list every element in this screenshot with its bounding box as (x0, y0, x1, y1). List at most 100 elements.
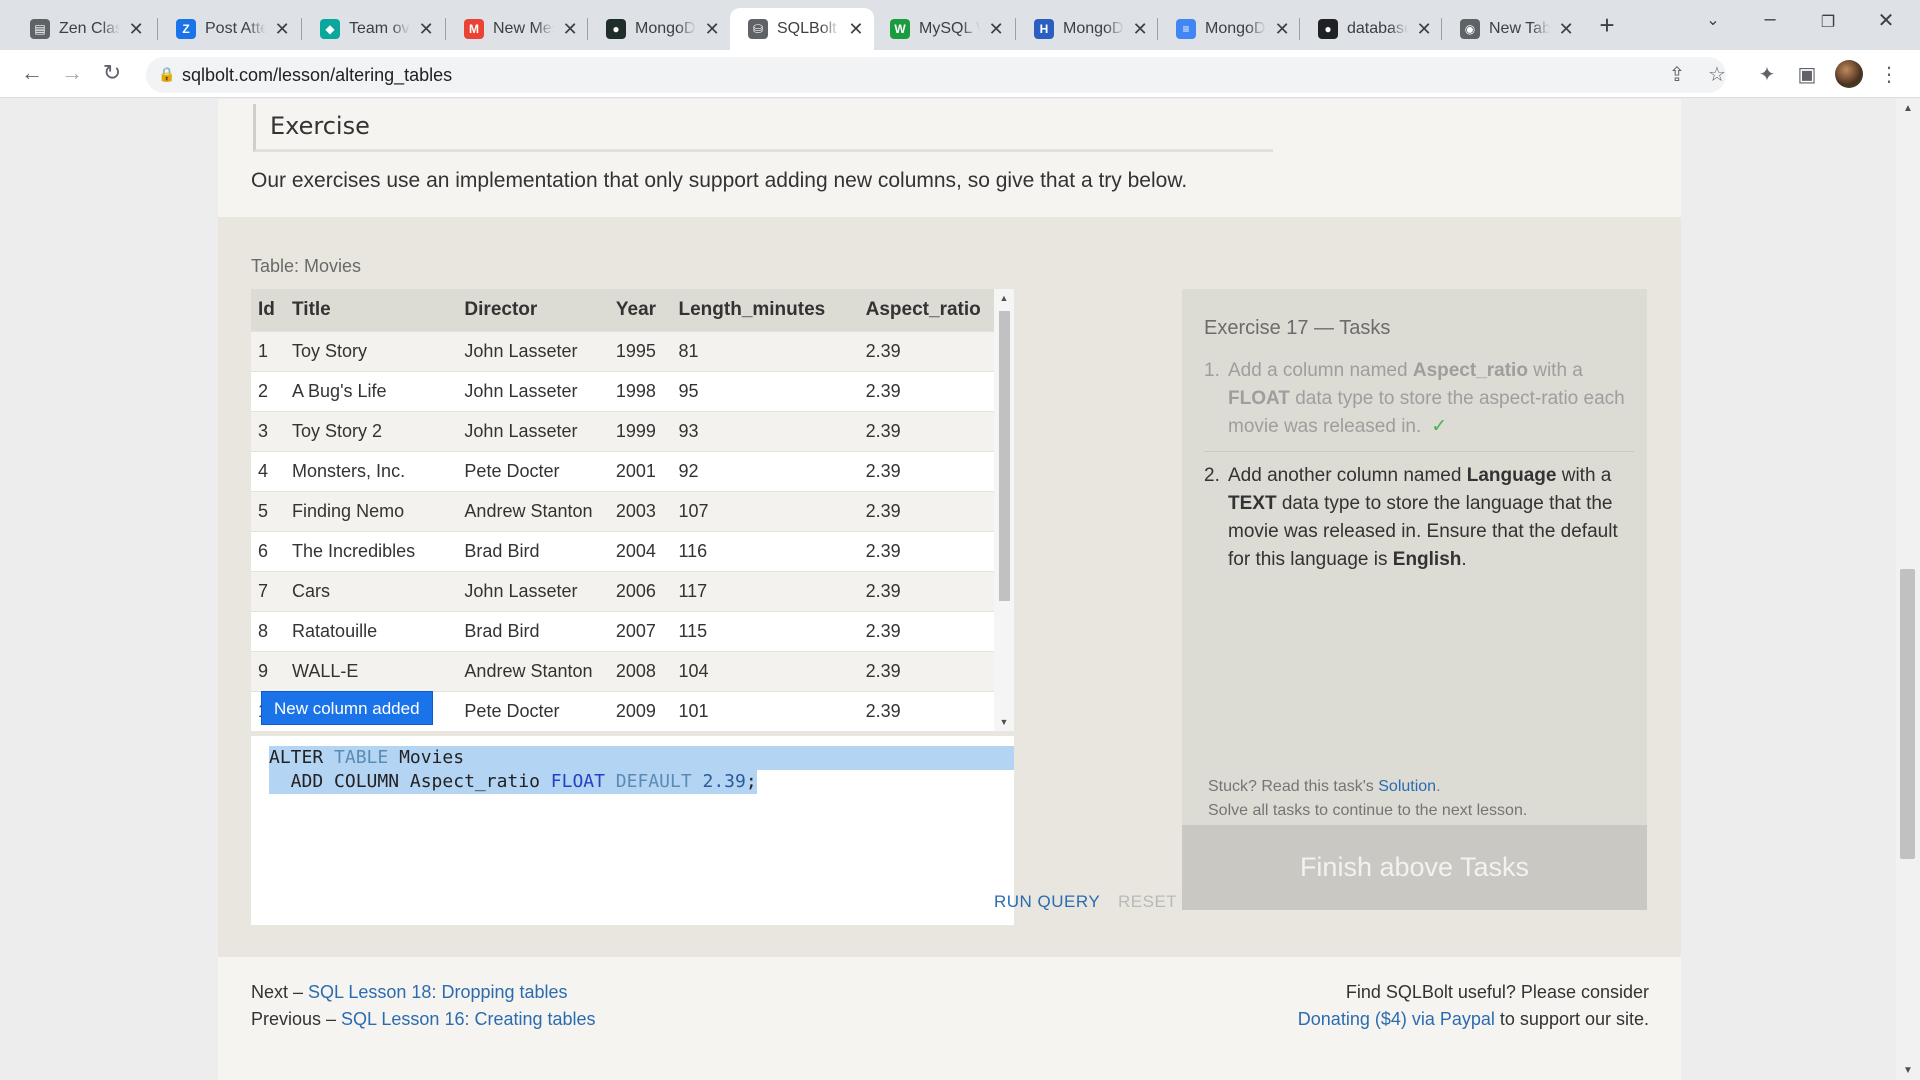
page-scrollbar[interactable]: ▲ ▼ (1896, 99, 1920, 1080)
close-tab-icon[interactable]: ✕ (418, 19, 434, 40)
table-cell: 81 (671, 330, 859, 371)
bookmark-star-icon[interactable]: ☆ (1704, 62, 1730, 87)
table-row: 2A Bug's Life John Lasseter 1998 95 2.39 (251, 370, 994, 411)
scroll-down-arrow-icon[interactable]: ▼ (994, 717, 1014, 727)
doc-icon: ≡ (1176, 19, 1196, 39)
table-cell: 101 (671, 690, 859, 731)
restore-button[interactable]: ❐ (1808, 12, 1848, 32)
table-cell: 107 (671, 490, 859, 531)
close-tab-icon[interactable]: ✕ (704, 19, 720, 40)
close-tab-icon[interactable]: ✕ (562, 19, 578, 40)
table-cell: A Bug's Life (285, 370, 458, 411)
mongodb-icon: ● (606, 19, 626, 39)
table-cell: 5 (251, 490, 286, 531)
back-arrow-icon[interactable]: ← (18, 60, 46, 86)
browser-tab[interactable]: M New Message ✕ (446, 8, 588, 50)
browser-tab[interactable]: W MySQL Workbench ✕ (872, 8, 1014, 50)
table-cell: 115 (671, 610, 859, 651)
finish-tasks-button[interactable]: Finish above Tasks (1182, 825, 1647, 910)
code-line-1: ALTER TABLE Movies (269, 746, 1014, 770)
close-tab-icon[interactable]: ✕ (274, 19, 290, 40)
table-cell: 2.39 (858, 450, 994, 491)
tab-label: Zen Class (59, 20, 121, 37)
scroll-up-arrow-icon[interactable]: ▲ (994, 293, 1014, 303)
table-cell: 2.39 (858, 490, 994, 531)
share-icon[interactable]: ⇪ (1664, 62, 1690, 87)
table-cell: Andrew Stanton (457, 650, 609, 691)
run-query-button[interactable]: RUN QUERY (994, 892, 1100, 912)
zen-class-icon: ▤ (30, 19, 50, 39)
table-cell: 1 (251, 330, 286, 371)
table-row: 5 Finding Nemo Andrew Stanton 2003 107 2.39 (251, 490, 994, 531)
browser-tab[interactable]: ▤ Zen Class ✕ (12, 8, 154, 50)
table-cell: 2.39 (858, 330, 994, 371)
table-cell: 7 (251, 570, 286, 611)
browser-tab[interactable]: ≡ MongoDB ✕ (1158, 8, 1300, 50)
task-item-1: 1. Add a column named Aspect_ratio with … (1204, 357, 1634, 452)
tab-label: Post Attendance (205, 20, 267, 37)
table-cell: 1998 (608, 370, 672, 411)
donate-link[interactable]: Donating ($4) via Paypal (1298, 1009, 1495, 1029)
table-row: 3 Toy Story 2 John Lasseter 1999 93 2.39 (251, 410, 994, 451)
table-cell: John Lasseter (457, 330, 609, 371)
browser-tab[interactable]: Z Post Attendance ✕ (158, 8, 300, 50)
next-lesson-link[interactable]: SQL Lesson 18: Dropping tables (308, 982, 568, 1002)
table-cell: 116 (671, 530, 859, 571)
avatar[interactable] (1835, 60, 1863, 88)
tab-label: Team overview (349, 20, 410, 37)
browser-tab[interactable]: ⛁ SQLBolt - ✕ (730, 8, 874, 50)
reset-button[interactable]: RESET (1118, 892, 1177, 912)
close-tab-icon[interactable]: ✕ (848, 19, 864, 40)
close-tab-icon[interactable]: ✕ (988, 19, 1004, 40)
page-scroll-down-icon[interactable]: ▼ (1896, 1065, 1920, 1076)
close-tab-icon[interactable]: ✕ (1132, 19, 1148, 40)
browser-tab[interactable]: ◉ New Tab ✕ (1442, 8, 1584, 50)
new-tab-button[interactable]: + (1592, 10, 1622, 41)
tab-label: New Tab (1489, 20, 1551, 37)
tasks-title: Exercise 17 — Tasks (1204, 317, 1391, 339)
table-row: 4 Monsters, Inc. Pete Docter 2001 92 2.39 (251, 450, 994, 491)
close-tab-icon[interactable]: ✕ (128, 19, 144, 40)
table-scrollbar[interactable]: ▲ ▼ (994, 289, 1014, 731)
close-tab-icon[interactable]: ✕ (1558, 19, 1574, 40)
browser-tab[interactable]: ◆ Team overview ✕ (302, 8, 444, 50)
tab-label: New Message (493, 20, 554, 37)
tab-label: MongoDB (1063, 20, 1124, 37)
browser-tab[interactable]: ● database ✕ (1300, 8, 1442, 50)
page-viewport: Exercise Our exercises use an implementa… (0, 99, 1920, 1080)
task-list: 1. Add a column named Aspect_ratio with … (1204, 357, 1634, 584)
close-window-button[interactable]: ✕ (1866, 8, 1906, 33)
previous-lesson-link[interactable]: SQL Lesson 16: Creating tables (341, 1009, 596, 1029)
close-tab-icon[interactable]: ✕ (1274, 19, 1290, 40)
tab-search-icon[interactable]: ⌄ (1693, 10, 1733, 30)
tab-label: SQLBolt - (777, 20, 840, 37)
minimize-button[interactable]: – (1750, 8, 1790, 31)
browser-tab[interactable]: ● MongoDB ✕ (588, 8, 730, 50)
close-tab-icon[interactable]: ✕ (1416, 19, 1432, 40)
github-icon: ● (1318, 19, 1338, 39)
table-cell: 4 (251, 450, 286, 491)
forward-arrow-icon[interactable]: → (58, 60, 86, 86)
address-bar[interactable]: 🔒 sqlbolt.com/lesson/altering_tables (146, 57, 1726, 93)
page-scroll-up-icon[interactable]: ▲ (1896, 103, 1920, 114)
results-table: Id Title Director Year Length_minutes Aspect_… (251, 289, 994, 731)
page-scrollbar-thumb[interactable] (1900, 569, 1915, 859)
side-panel-icon[interactable]: ▣ (1794, 62, 1820, 87)
table-cell: 104 (671, 650, 859, 691)
table-header-row: Id Title Director Year Length_minutes Aspect_… (251, 289, 994, 331)
table-cell: 2004 (608, 530, 672, 571)
extensions-icon[interactable]: ✦ (1754, 62, 1780, 87)
sql-editor[interactable]: ALTER TABLE Movies ADD COLUMN Aspect_rat… (251, 736, 1014, 925)
menu-kebab-icon[interactable]: ⋮ (1876, 62, 1902, 87)
sql-code[interactable]: ALTER TABLE Movies ADD COLUMN Aspect_rat… (269, 746, 1014, 794)
table-cell: 1995 (608, 330, 672, 371)
url-text[interactable]: sqlbolt.com/lesson/altering_tables (182, 65, 452, 86)
table-cell: John Lasseter (457, 370, 609, 411)
results-table-container[interactable]: Id Title Director Year Length_minutes Aspect_… (251, 289, 994, 731)
solution-link[interactable]: Solution (1378, 778, 1436, 795)
column-header: Year (608, 289, 672, 331)
reload-icon[interactable]: ↻ (98, 60, 126, 86)
table-scrollbar-thumb[interactable] (999, 311, 1010, 601)
browser-tab[interactable]: H MongoDB ✕ (1016, 8, 1158, 50)
browser-toolbar: ← → ↻ 🔒 sqlbolt.com/lesson/altering_tabl… (0, 50, 1920, 98)
